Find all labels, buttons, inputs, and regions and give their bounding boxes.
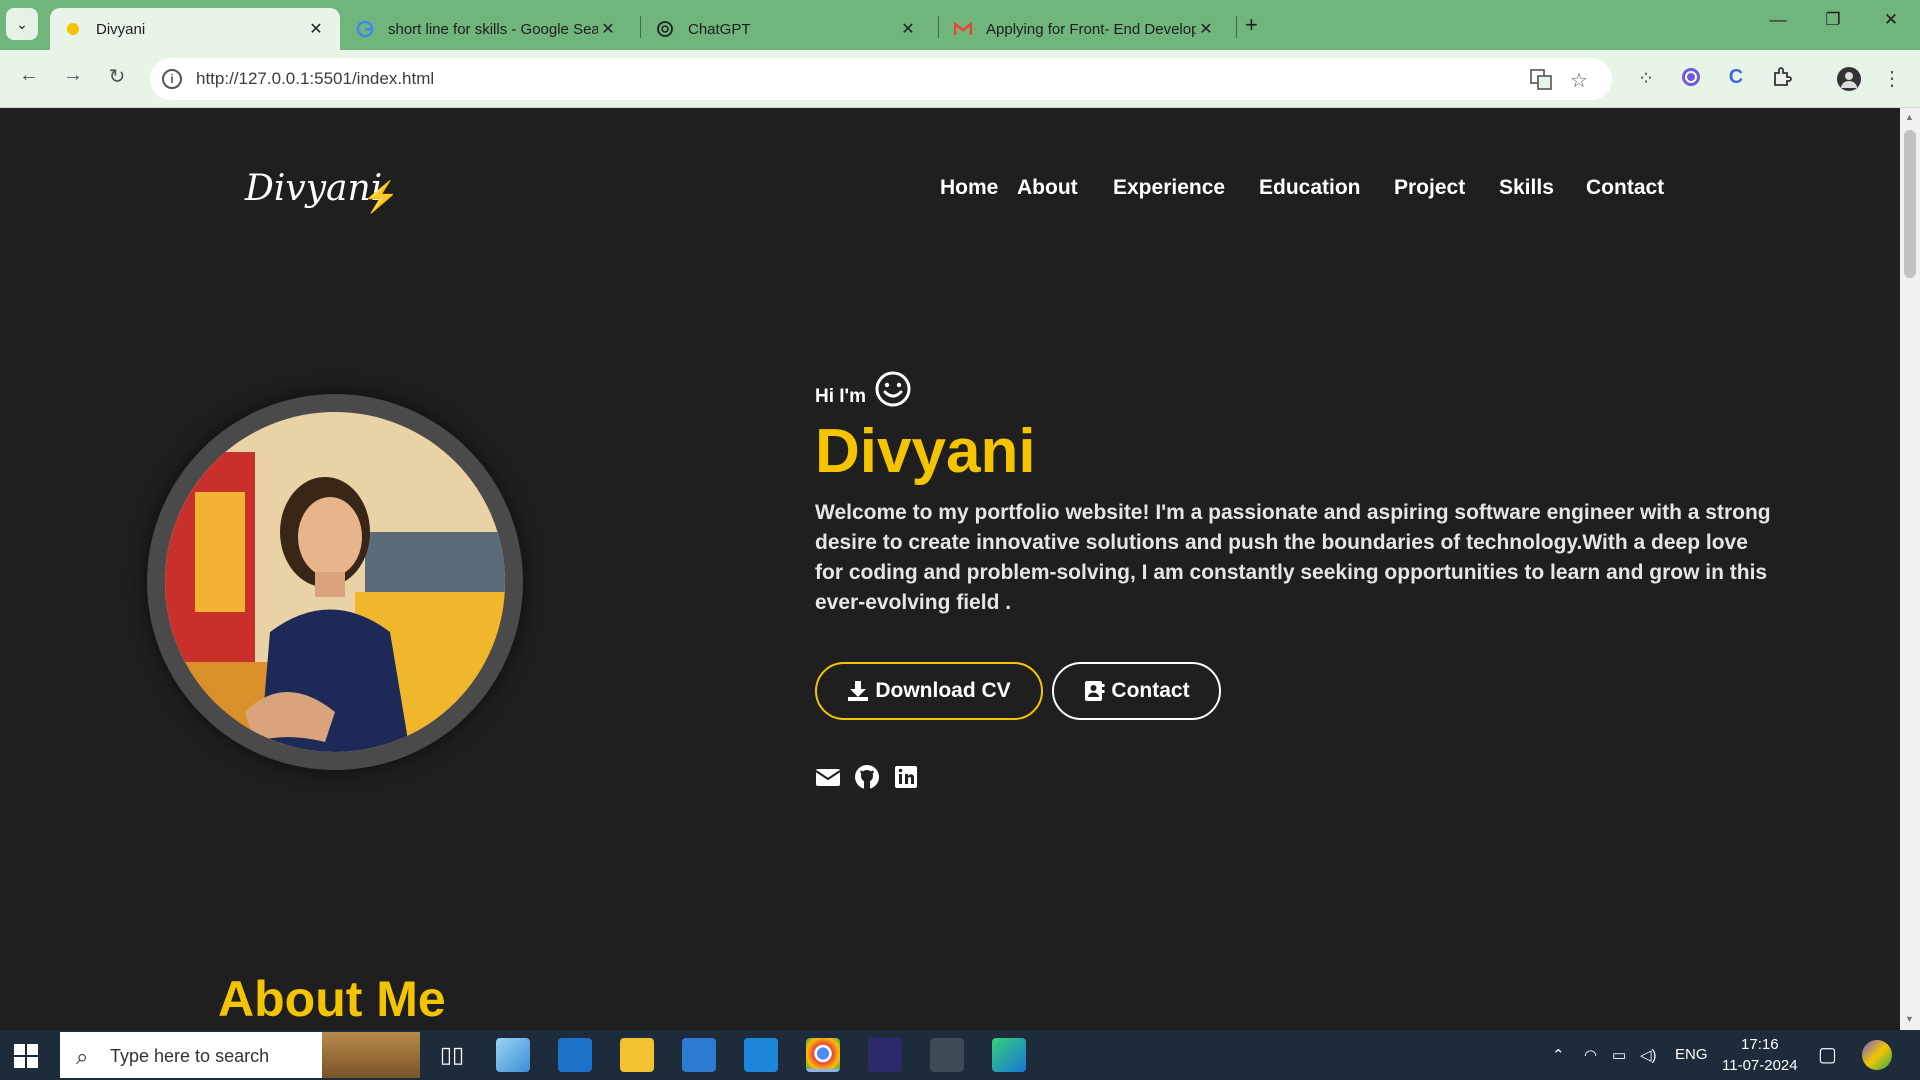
tab-title: short line for skills - Google Sea <box>388 20 598 38</box>
tab-separator <box>640 16 641 38</box>
intro-paragraph: Welcome to my portfolio website! I'm a p… <box>815 501 1771 614</box>
profile-photo-frame <box>147 394 523 770</box>
profile-avatar[interactable] <box>1835 66 1863 98</box>
new-tab-button[interactable]: + <box>1245 12 1258 38</box>
scroll-down-arrow-icon[interactable]: ▼ <box>1905 1014 1914 1024</box>
notifications-icon[interactable]: ▢ <box>1818 1042 1837 1067</box>
search-highlight-image <box>322 1032 420 1078</box>
greeting-text: Hi I'm <box>815 386 866 407</box>
file-explorer-icon[interactable] <box>620 1038 654 1072</box>
scroll-up-arrow-icon[interactable]: ▲ <box>1905 112 1914 122</box>
download-icon <box>848 681 869 701</box>
nav-about[interactable]: About <box>1017 176 1078 200</box>
app-icon[interactable] <box>682 1038 716 1072</box>
lightning-icon: ⚡ <box>362 181 400 214</box>
taskbar-search-placeholder: Type here to search <box>110 1046 270 1066</box>
mail-icon[interactable] <box>558 1038 592 1072</box>
nav-home[interactable]: Home <box>940 176 998 200</box>
extensions-puzzle-icon[interactable] <box>1768 66 1796 94</box>
wifi-icon[interactable]: ◠ <box>1584 1046 1597 1064</box>
address-book-icon <box>1085 681 1105 701</box>
github-icon[interactable] <box>854 764 880 790</box>
tab-divyani[interactable]: Divyani ✕ <box>50 8 340 50</box>
clock-time: 17:16 <box>1741 1036 1779 1053</box>
contact-label: Contact <box>1111 679 1190 702</box>
portfolio-page: Divyani ⚡ Home About Experience Educatio… <box>0 108 1900 1030</box>
tab-title: Applying for Front- End Develop <box>986 20 1196 38</box>
about-heading: About Me <box>218 971 446 1027</box>
browser-tabbar: ⌄ Divyani ✕ short line for skills - Goog… <box>0 0 1920 50</box>
tab-separator <box>1236 16 1237 38</box>
clock-date: 11-07-2024 <box>1722 1057 1798 1074</box>
download-cv-button[interactable]: Download CV <box>815 662 1043 720</box>
tab-google-search[interactable]: short line for skills - Google Sea ✕ <box>342 8 632 50</box>
nav-contact[interactable]: Contact <box>1586 176 1664 200</box>
notepad-icon[interactable] <box>496 1038 530 1072</box>
volume-icon[interactable]: ◁) <box>1640 1046 1657 1064</box>
close-tab-icon[interactable]: ✕ <box>898 19 918 39</box>
nav-skills[interactable]: Skills <box>1499 176 1554 200</box>
linkedin-icon[interactable] <box>893 764 919 790</box>
reload-button[interactable]: ↻ <box>102 64 132 94</box>
extension-dots-icon[interactable]: ⁘ <box>1632 66 1660 91</box>
chrome-menu-icon[interactable]: ⋮ <box>1878 66 1906 91</box>
tab-separator <box>938 16 939 38</box>
minimize-button[interactable]: — <box>1758 10 1798 30</box>
windows-taskbar: ⌕ Type here to search ▯▯ ⌃ ◠ ▭ ◁) ENG 17… <box>0 1030 1920 1080</box>
address-bar[interactable]: i http://127.0.0.1:5501/index.html ☆ <box>150 58 1612 100</box>
show-hidden-icons-chevron-icon[interactable]: ⌃ <box>1552 1046 1565 1064</box>
hero-name: Divyani <box>815 417 1036 486</box>
taskbar-search-box[interactable]: ⌕ Type here to search <box>60 1032 420 1078</box>
nav-education[interactable]: Education <box>1259 176 1361 200</box>
system-clock[interactable]: 17:16 11-07-2024 <box>1722 1034 1798 1076</box>
extension-c-icon[interactable]: C <box>1722 66 1750 89</box>
sun-favicon-icon <box>64 20 82 38</box>
tab-search-button[interactable]: ⌄ <box>6 8 38 40</box>
email-icon[interactable] <box>815 764 841 790</box>
copilot-icon[interactable] <box>1862 1040 1892 1070</box>
tab-title: Divyani <box>96 20 146 38</box>
git-icon[interactable] <box>930 1038 964 1072</box>
restore-button[interactable]: ❐ <box>1813 10 1853 30</box>
chrome-icon[interactable] <box>806 1038 840 1072</box>
scrollbar-thumb[interactable] <box>1904 130 1916 278</box>
smile-icon <box>875 371 911 407</box>
close-tab-icon[interactable]: ✕ <box>1196 19 1216 39</box>
browser-toolbar: ← → ↻ i http://127.0.0.1:5501/index.html… <box>0 50 1920 108</box>
page-scrollbar[interactable]: ▲ ▼ <box>1900 108 1920 1030</box>
chatgpt-icon <box>656 20 674 38</box>
eclipse-icon[interactable] <box>868 1038 902 1072</box>
battery-icon[interactable]: ▭ <box>1612 1046 1626 1064</box>
forward-button[interactable]: → <box>58 64 88 94</box>
bookmark-star-icon[interactable]: ☆ <box>1570 68 1588 93</box>
profile-photo <box>165 412 505 752</box>
search-icon: ⌕ <box>76 1044 89 1069</box>
language-indicator[interactable]: ENG <box>1675 1046 1708 1063</box>
chevron-down-icon: ⌄ <box>16 15 28 32</box>
close-tab-icon[interactable]: ✕ <box>598 19 618 39</box>
extension-circle-icon[interactable] <box>1677 66 1705 94</box>
nav-experience[interactable]: Experience <box>1113 176 1225 200</box>
back-button[interactable]: ← <box>14 64 44 94</box>
close-tab-icon[interactable]: ✕ <box>306 19 326 39</box>
close-window-button[interactable]: ✕ <box>1871 10 1911 30</box>
download-cv-label: Download CV <box>875 679 1011 702</box>
gmail-icon <box>954 20 972 38</box>
url-text[interactable]: http://127.0.0.1:5501/index.html <box>196 69 434 89</box>
windows-start-icon[interactable] <box>14 1044 38 1068</box>
site-info-icon[interactable]: i <box>162 69 182 89</box>
vscode-icon[interactable] <box>744 1038 778 1072</box>
tab-title: ChatGPT <box>688 20 751 38</box>
tab-chatgpt[interactable]: ChatGPT ✕ <box>642 8 932 50</box>
nav-project[interactable]: Project <box>1394 176 1465 200</box>
task-view-icon[interactable]: ▯▯ <box>435 1038 469 1072</box>
tab-gmail[interactable]: Applying for Front- End Develop ✕ <box>940 8 1230 50</box>
translate-icon[interactable] <box>1530 68 1552 96</box>
edge-icon[interactable] <box>992 1038 1026 1072</box>
google-icon <box>356 20 374 38</box>
contact-button[interactable]: Contact <box>1052 662 1221 720</box>
